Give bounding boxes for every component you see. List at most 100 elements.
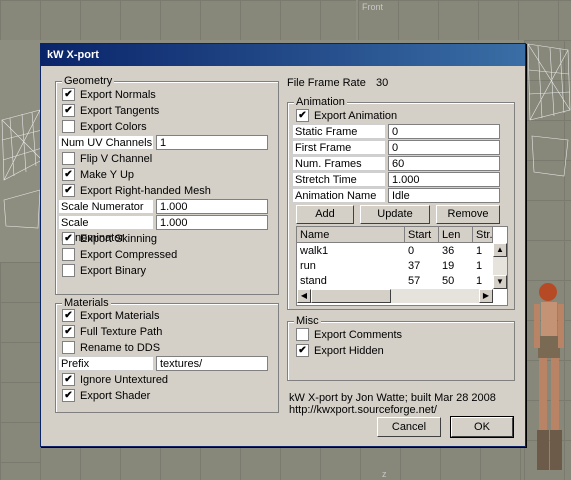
table-row-str: 1 bbox=[476, 303, 482, 305]
ignore-untextured-checkbox[interactable]: ✔ Ignore Untextured bbox=[62, 372, 168, 388]
num-uv-channels-label: Num UV Channels bbox=[58, 135, 154, 150]
num-frames-label: Num. Frames bbox=[292, 156, 386, 171]
frame-rate-label: File Frame Rate bbox=[287, 77, 366, 89]
table-row-name[interactable]: stand bbox=[300, 274, 327, 289]
export-hidden-checkbox[interactable]: ✔ Export Hidden bbox=[296, 343, 384, 359]
table-row-name[interactable]: inspect bbox=[300, 303, 335, 305]
dialog-title[interactable]: kW X-port bbox=[41, 44, 525, 66]
num-uv-channels-field[interactable]: 1 bbox=[156, 135, 268, 150]
table-row-name[interactable]: run bbox=[300, 259, 316, 274]
credit-line: kW X-port by Jon Watte; built Mar 28 200… bbox=[289, 392, 496, 404]
animation-name-label: Animation Name bbox=[292, 188, 386, 203]
column-header-str[interactable]: Str. bbox=[473, 227, 493, 243]
checkmark-icon[interactable]: ✔ bbox=[296, 343, 309, 357]
first-frame-label: First Frame bbox=[292, 140, 386, 155]
checkmark-icon[interactable]: ✔ bbox=[62, 308, 75, 322]
full-texture-path-checkbox[interactable]: ✔ Full Texture Path bbox=[62, 324, 162, 340]
export-binary-checkbox[interactable]: Export Binary bbox=[62, 263, 146, 279]
table-row-str: 1 bbox=[476, 275, 483, 287]
stretch-time-label: Stretch Time bbox=[292, 172, 386, 187]
scroll-up-icon[interactable]: ▲ bbox=[493, 243, 507, 257]
rename-dds-checkbox[interactable]: Rename to DDS bbox=[62, 340, 160, 356]
scale-numerator-field[interactable]: 1.000 bbox=[156, 199, 268, 214]
checkbox-empty[interactable] bbox=[62, 151, 75, 165]
vertical-scrollbar[interactable]: ▲ ▼ bbox=[493, 243, 507, 289]
misc-title: Misc bbox=[294, 315, 321, 327]
misc-group: Misc Export Comments ✔ Export Hidden bbox=[287, 315, 515, 381]
cancel-button[interactable]: Cancel bbox=[377, 417, 441, 437]
scale-denominator-field[interactable]: 1.000 bbox=[156, 215, 268, 230]
checkmark-icon[interactable]: ✔ bbox=[62, 167, 75, 181]
animation-title: Animation bbox=[294, 96, 347, 108]
checkmark-icon[interactable]: ✔ bbox=[62, 183, 75, 197]
add-button[interactable]: Add bbox=[296, 205, 354, 224]
viewport-z-label: z bbox=[382, 469, 387, 479]
static-frame-label: Static Frame bbox=[292, 124, 386, 139]
checkbox-empty[interactable] bbox=[62, 119, 75, 133]
ok-button[interactable]: OK bbox=[450, 416, 514, 438]
checkmark-icon[interactable]: ✔ bbox=[62, 103, 75, 117]
scroll-down-icon[interactable]: ▼ bbox=[493, 275, 507, 289]
export-animation-checkbox[interactable]: ✔ Export Animation bbox=[296, 108, 397, 124]
column-header-start[interactable]: Start bbox=[405, 227, 439, 243]
scroll-right-icon[interactable]: ▶ bbox=[479, 289, 493, 303]
export-tangents-checkbox[interactable]: ✔ Export Tangents bbox=[62, 103, 159, 119]
table-row-len: 19 bbox=[442, 260, 455, 272]
viewport-bottom[interactable] bbox=[40, 446, 524, 480]
checkbox-empty[interactable] bbox=[62, 263, 75, 277]
table-row-name[interactable]: walk1 bbox=[300, 244, 328, 259]
materials-group: Materials ✔ Export Materials ✔ Full Textur… bbox=[55, 297, 279, 413]
viewport-bottom-left[interactable] bbox=[0, 262, 40, 480]
table-row-len: 130 bbox=[442, 303, 460, 305]
horizontal-scrollbar[interactable]: ◀ ▶ bbox=[297, 289, 493, 303]
update-button[interactable]: Update bbox=[360, 205, 430, 224]
table-row-str: 1 bbox=[476, 260, 483, 272]
animation-name-field[interactable]: Idle bbox=[388, 188, 500, 203]
scroll-thumb[interactable] bbox=[311, 289, 391, 303]
scale-numerator-label: Scale Numerator bbox=[58, 199, 154, 214]
column-header-name[interactable]: Name bbox=[297, 227, 405, 243]
static-frame-field[interactable]: 0 bbox=[388, 124, 500, 139]
first-frame-field[interactable]: 0 bbox=[388, 140, 500, 155]
table-row-str: 1 bbox=[476, 245, 483, 257]
table-row-len: 36 bbox=[442, 245, 455, 257]
frame-rate-value: 30 bbox=[376, 77, 389, 89]
flip-v-checkbox[interactable]: Flip V Channel bbox=[62, 151, 152, 167]
export-materials-checkbox[interactable]: ✔ Export Materials bbox=[62, 308, 159, 324]
export-skinning-checkbox[interactable]: ✔ Export Skinning bbox=[62, 231, 157, 247]
stretch-time-field[interactable]: 1.000 bbox=[388, 172, 500, 187]
prefix-label: Prefix bbox=[58, 356, 154, 371]
checkbox-empty[interactable] bbox=[296, 327, 309, 341]
checkmark-icon[interactable]: ✔ bbox=[62, 231, 75, 245]
table-row-start: 57 bbox=[408, 275, 421, 287]
remove-button[interactable]: Remove bbox=[436, 205, 500, 224]
export-shader-checkbox[interactable]: ✔ Export Shader bbox=[62, 388, 150, 404]
table-row-start: 199 bbox=[408, 303, 426, 305]
export-normals-checkbox[interactable]: ✔ Export Normals bbox=[62, 87, 156, 103]
checkmark-icon[interactable]: ✔ bbox=[62, 87, 75, 101]
num-frames-field[interactable]: 60 bbox=[388, 156, 500, 171]
export-compressed-checkbox[interactable]: Export Compressed bbox=[62, 247, 177, 263]
checkbox-empty[interactable] bbox=[62, 340, 75, 354]
checkbox-empty[interactable] bbox=[62, 247, 75, 261]
export-colors-checkbox[interactable]: Export Colors bbox=[62, 119, 147, 135]
wireframe-mesh-left bbox=[1, 109, 43, 229]
animation-list[interactable]: Name Start Len Str. walk1 0 36 1 run 37 … bbox=[296, 226, 508, 306]
viewport-front-label: Front bbox=[362, 2, 384, 12]
viewport-top-right[interactable] bbox=[358, 0, 571, 40]
animation-group: Animation ✔ Export Animation Static Frame… bbox=[287, 96, 515, 310]
checkmark-icon[interactable]: ✔ bbox=[296, 108, 309, 122]
scroll-left-icon[interactable]: ◀ bbox=[297, 289, 311, 303]
checkmark-icon[interactable]: ✔ bbox=[62, 372, 75, 386]
prefix-field[interactable]: textures/ bbox=[156, 356, 268, 371]
geometry-title: Geometry bbox=[62, 75, 115, 87]
checkmark-icon[interactable]: ✔ bbox=[62, 324, 75, 338]
export-rh-mesh-checkbox[interactable]: ✔ Export Right-handed Mesh bbox=[62, 183, 211, 199]
scale-denominator-label: Scale Denominator bbox=[58, 215, 154, 244]
export-comments-checkbox[interactable]: Export Comments bbox=[296, 327, 402, 343]
checkmark-icon[interactable]: ✔ bbox=[62, 388, 75, 402]
column-header-len[interactable]: Len bbox=[439, 227, 473, 243]
make-y-up-checkbox[interactable]: ✔ Make Y Up bbox=[62, 167, 134, 183]
table-row-start: 37 bbox=[408, 260, 421, 272]
viewport-top-left[interactable] bbox=[0, 0, 356, 40]
